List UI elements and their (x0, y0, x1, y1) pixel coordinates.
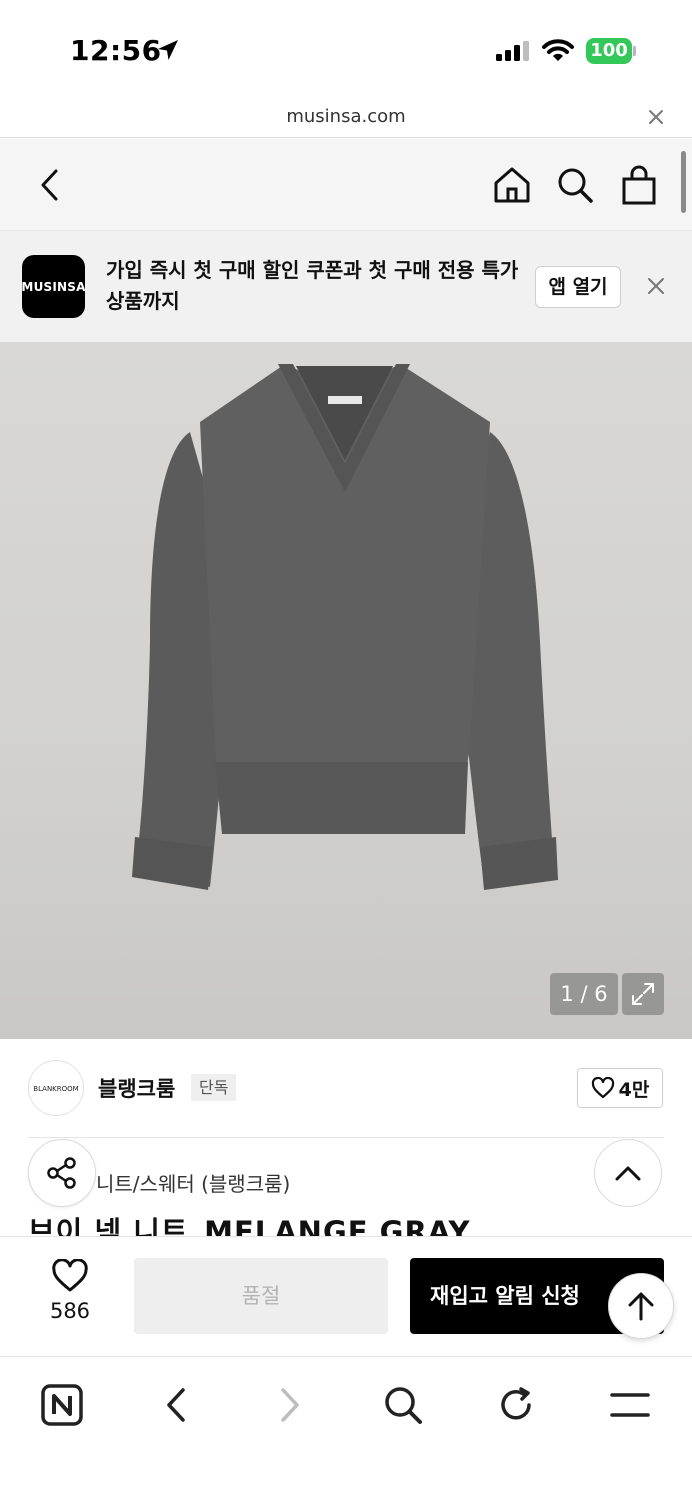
divider (28, 1137, 664, 1138)
search-button[interactable] (553, 163, 597, 207)
scroll-indicator (681, 151, 686, 213)
status-time: 12:56 (70, 34, 162, 67)
browser-back-button[interactable] (146, 1375, 206, 1435)
brand-avatar[interactable]: BLANKROOM (28, 1060, 84, 1116)
promo-message: 가입 즉시 첫 구매 할인 쿠폰과 첫 구매 전용 특가 상품까지 (106, 258, 519, 313)
search-icon (385, 1387, 422, 1424)
purchase-action-bar: 586 품절 재입고 알림 신청 (0, 1236, 692, 1356)
expand-icon (632, 983, 654, 1005)
heart-icon (591, 1077, 614, 1099)
product-image (132, 364, 558, 890)
share-button[interactable] (28, 1139, 96, 1207)
app-promo-banner: MUSINSA 가입 즉시 첫 구매 할인 쿠폰과 첫 구매 전용 특가 상품까… (0, 231, 692, 342)
scroll-to-top-button[interactable] (608, 1273, 674, 1339)
browser-forward-button[interactable] (260, 1375, 320, 1435)
chevron-left-icon (167, 1388, 185, 1422)
close-icon[interactable] (646, 276, 666, 296)
hamburger-menu-icon (610, 1393, 650, 1417)
product-category[interactable]: 니트/스웨터 (블랭크룸) (96, 1168, 290, 1197)
cart-button[interactable] (617, 163, 661, 207)
share-icon (47, 1157, 76, 1189)
naver-n-icon (41, 1384, 83, 1426)
battery-tip (633, 46, 636, 56)
battery-indicator: 100 (586, 38, 632, 64)
musinsa-logo: MUSINSA (21, 255, 85, 318)
shopping-bag-icon (622, 165, 656, 205)
close-icon[interactable] (648, 109, 664, 125)
image-counter: 1 / 6 (550, 973, 618, 1015)
product-like-button[interactable]: 586 (30, 1258, 110, 1323)
home-icon (494, 167, 530, 203)
url-text[interactable]: musinsa.com (0, 106, 692, 127)
collapse-button[interactable] (594, 1139, 662, 1207)
product-title: 브이 넥 니트_MELANGE GRAY (28, 1215, 471, 1237)
browser-url-bar[interactable]: musinsa.com (0, 100, 692, 138)
chevron-left-icon (41, 169, 58, 201)
open-app-button[interactable]: 앱 열기 (535, 266, 621, 308)
chevron-right-icon (281, 1388, 299, 1422)
browser-toolbar (0, 1356, 692, 1500)
search-icon (558, 168, 593, 203)
soldout-button[interactable]: 품절 (134, 1258, 388, 1334)
home-button[interactable] (490, 163, 534, 207)
heart-icon (52, 1258, 88, 1292)
cellular-signal-icon (496, 41, 529, 61)
location-arrow-icon (158, 40, 178, 60)
exclusive-badge: 단독 (191, 1074, 237, 1101)
status-bar: 12:56 100 (0, 0, 692, 100)
naver-home-button[interactable] (32, 1375, 92, 1435)
brand-like-button[interactable]: 4만 (577, 1068, 663, 1108)
brand-row: BLANKROOM 블랭크룸 단독 4만 (0, 1040, 692, 1138)
site-header (0, 139, 692, 231)
back-button[interactable] (28, 163, 72, 207)
expand-image-button[interactable] (622, 973, 664, 1015)
chevron-up-icon (615, 1166, 641, 1181)
brand-like-count: 4만 (618, 1078, 650, 1101)
arrow-up-icon (628, 1292, 654, 1321)
brand-name[interactable]: 블랭크룸 (98, 1073, 175, 1103)
browser-menu-button[interactable] (600, 1375, 660, 1435)
wifi-icon (542, 39, 574, 61)
product-image-gallery[interactable]: 1 / 6 (0, 342, 692, 1039)
product-like-count: 586 (49, 1299, 91, 1323)
reload-icon (501, 1387, 531, 1420)
browser-search-button[interactable] (373, 1375, 433, 1435)
browser-reload-button[interactable] (486, 1375, 546, 1435)
